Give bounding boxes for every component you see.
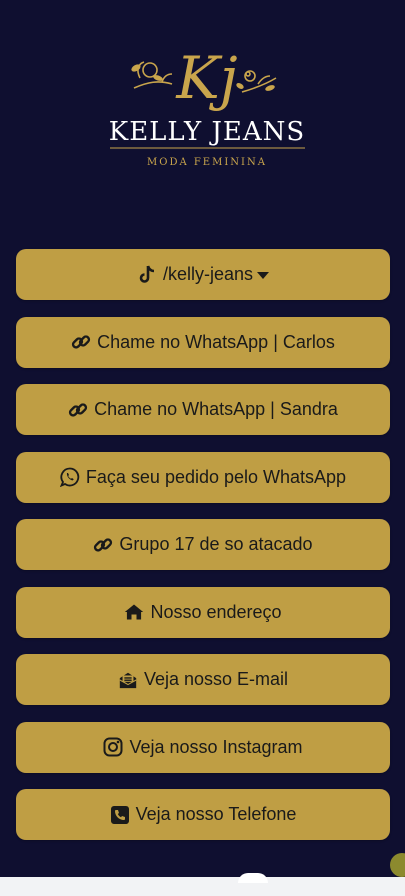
link-button-label: Faça seu pedido pelo WhatsApp <box>85 466 347 487</box>
link-button-label: Grupo 17 de so atacado <box>119 534 313 554</box>
tiktok-icon <box>137 265 157 285</box>
instagram-icon <box>103 737 123 757</box>
brand-monogram: Kj <box>175 44 237 112</box>
link-button-label: Nosso endereço <box>150 601 282 622</box>
link-button-3[interactable]: Chame no WhatsApp | Sandra <box>16 384 390 435</box>
link-icon <box>93 535 113 555</box>
link-button-7[interactable]: Veja nosso E-mail <box>16 654 390 705</box>
brand-tagline: MODA FEMININA <box>147 157 267 168</box>
link-button-label: Veja nosso E-mail <box>143 669 289 689</box>
link-button-label: Chame no WhatsApp | Carlos <box>97 331 335 352</box>
link-button-label: Veja nosso Instagram <box>129 736 303 757</box>
link-button-5[interactable]: Grupo 17 de so atacado <box>16 519 390 570</box>
link-button-4[interactable]: Faça seu pedido pelo WhatsApp <box>16 451 390 503</box>
whatsapp-icon <box>59 467 80 487</box>
brand-name: KELLY JEANS <box>109 117 305 147</box>
scroll-indicator <box>238 873 268 883</box>
envelope-open-icon <box>118 670 138 690</box>
floating-action-button[interactable] <box>390 853 405 877</box>
link-button-label: /kelly-jeans <box>162 264 254 284</box>
link-button-1[interactable]: /kelly-jeans <box>16 249 390 300</box>
link-button-label: Chame no WhatsApp | Sandra <box>94 399 338 419</box>
link-button-9[interactable]: Veja nosso Telefone <box>16 789 390 840</box>
link-icon <box>68 400 88 420</box>
phone-square-icon <box>110 805 130 825</box>
link-button-2[interactable]: Chame no WhatsApp | Carlos <box>16 316 390 368</box>
links-list: /kelly-jeans Chame no WhatsApp | Carlos Ch… <box>16 249 390 857</box>
link-button-label: Veja nosso Telefone <box>135 804 297 824</box>
bottom-bar <box>0 877 405 896</box>
link-button-6[interactable]: Nosso endereço <box>16 586 390 638</box>
brand-logo: Kj KELLY JEANS MODA FEMININA <box>100 40 315 175</box>
brand-logo-graphic: Kj KELLY JEANS MODA FEMININA <box>109 44 305 168</box>
link-icon <box>71 332 91 352</box>
caret-down-icon <box>257 272 270 279</box>
home-icon <box>124 602 144 622</box>
link-button-8[interactable]: Veja nosso Instagram <box>16 721 390 773</box>
